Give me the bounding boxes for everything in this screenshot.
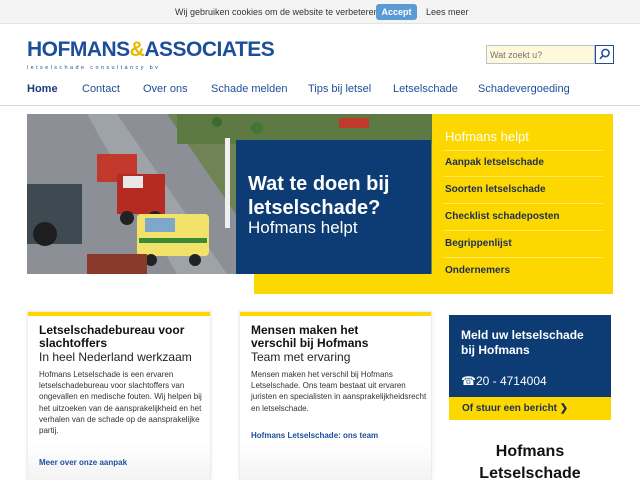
report-box[interactable]: Meld uw letselschade bij Hofmans ☎20 - 4… xyxy=(449,315,611,397)
card-letselschadebureau: Letselschadebureau voor slachtoffers In … xyxy=(27,311,211,480)
hero-banner: Wat te doen bij letselschade? Hofmans he… xyxy=(236,140,431,274)
card-title: Letselschadebureau voor slachtoffers xyxy=(39,323,185,350)
search-input[interactable] xyxy=(486,45,595,64)
link-checklist-schadeposten[interactable]: Checklist schadeposten xyxy=(445,211,559,222)
nav-item-home[interactable]: Home xyxy=(27,83,58,95)
nav-item-contact[interactable]: Contact xyxy=(82,83,120,95)
card-subtitle: In heel Nederland werkzaam xyxy=(39,350,192,364)
report-title: Meld uw letselschade bij Hofmans xyxy=(461,328,584,357)
send-message-link[interactable]: Of stuur een bericht ❯ xyxy=(462,403,568,414)
card-accent xyxy=(28,312,210,316)
cookie-text: Wij gebruiken cookies om de website te v… xyxy=(175,7,382,17)
card-team: Mensen maken het verschil bij Hofmans Te… xyxy=(239,311,432,480)
main-nav: Home Contact Over ons Schade melden Tips… xyxy=(0,78,640,106)
card-body: Mensen maken het verschil bij Hofmans Le… xyxy=(251,370,427,413)
cookie-bar: Wij gebruiken cookies om de website te v… xyxy=(0,0,640,24)
divider xyxy=(443,150,603,151)
search-form xyxy=(486,45,614,64)
hero-subtitle: Hofmans helpt xyxy=(248,218,358,237)
link-soorten-letselschade[interactable]: Soorten letselschade xyxy=(445,184,546,195)
divider xyxy=(443,230,603,231)
nav-item-schade-melden[interactable]: Schade melden xyxy=(211,83,287,95)
cookie-read-more-link[interactable]: Lees meer xyxy=(426,7,469,17)
card-subtitle: Team met ervaring xyxy=(251,350,351,364)
hero-title: Wat te doen bij letselschade? xyxy=(248,173,390,219)
link-begrippenlijst[interactable]: Begrippenlijst xyxy=(445,238,512,249)
nav-item-tips-bij-letsel[interactable]: Tips bij letsel xyxy=(308,83,371,95)
nav-item-over-ons[interactable]: Over ons xyxy=(143,83,188,95)
link-ondernemers[interactable]: Ondernemers xyxy=(445,265,510,276)
report-phone[interactable]: ☎20 - 4714004 xyxy=(461,374,547,388)
logo-wordmark: HOFMANS&ASSOCIATES xyxy=(27,38,275,61)
link-aanpak-letselschade[interactable]: Aanpak letselschade xyxy=(445,157,544,168)
site-logo[interactable]: HOFMANS&ASSOCIATES letselschade consulta… xyxy=(27,38,275,74)
card-title: Mensen maken het verschil bij Hofmans xyxy=(251,323,369,350)
search-icon xyxy=(599,48,610,60)
hofmans-helpt-panel: Hofmans helpt Aanpak letselschade Soorte… xyxy=(432,114,613,294)
nav-item-schadevergoeding[interactable]: Schadevergoeding xyxy=(478,83,570,95)
nav-item-letselschade[interactable]: Letselschade xyxy=(393,83,458,95)
card-accent xyxy=(240,312,431,316)
search-button[interactable] xyxy=(595,45,614,64)
panel-title: Hofmans helpt xyxy=(445,129,529,144)
side-heading: Hofmans Letselschade xyxy=(479,443,581,480)
send-message-box[interactable]: Of stuur een bericht ❯ xyxy=(449,397,611,420)
divider xyxy=(443,257,603,258)
card-body: Hofmans Letselschade is een ervaren lets… xyxy=(39,370,202,436)
divider xyxy=(443,203,603,204)
card-link[interactable]: Meer over onze aanpak xyxy=(39,458,127,467)
cookie-accept-button[interactable]: Accept xyxy=(376,4,417,20)
logo-tagline: letselschade consultancy bv xyxy=(27,65,161,71)
divider xyxy=(443,176,603,177)
card-link[interactable]: Hofmans Letselschade: ons team xyxy=(251,431,378,440)
